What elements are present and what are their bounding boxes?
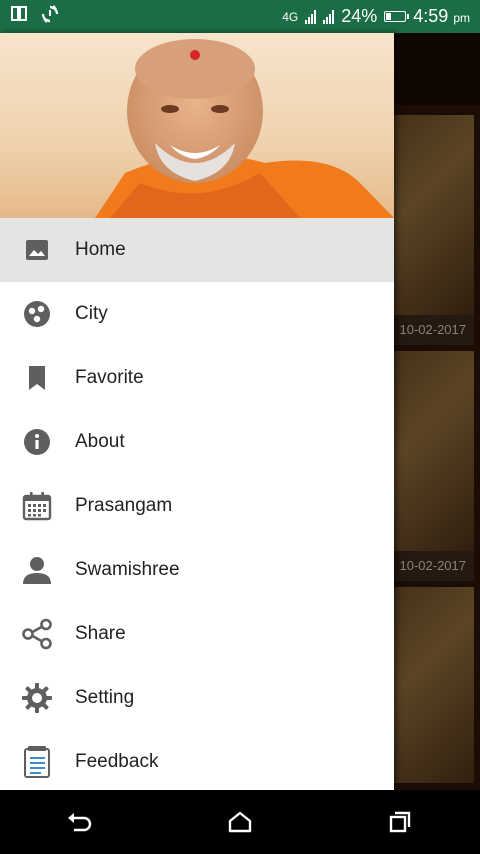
back-button[interactable]: [50, 792, 110, 852]
drawer-item-label: Swamishree: [75, 559, 180, 580]
bookmark-icon: [21, 362, 53, 394]
drawer-item-label: Prasangam: [75, 495, 173, 516]
battery-icon: [384, 11, 410, 22]
gear-icon: [21, 682, 53, 714]
drawer-item-about[interactable]: About: [0, 410, 394, 474]
battery-percent: 24%: [341, 6, 378, 26]
drawer-item-label: Home: [75, 239, 126, 260]
drawer-item-prasangam[interactable]: Prasangam: [0, 474, 394, 538]
network-type: 4G: [282, 9, 299, 24]
drawer-item-label: Feedback: [75, 751, 159, 772]
recents-button[interactable]: [370, 792, 430, 852]
drawer-header-photo: [0, 33, 394, 218]
profile-photo: [95, 39, 394, 218]
drawer-item-label: City: [75, 303, 108, 324]
drawer-item-label: Share: [75, 623, 126, 644]
system-nav-bar: [0, 790, 480, 854]
drawer-item-home[interactable]: Home: [0, 218, 394, 282]
home-button[interactable]: [210, 792, 270, 852]
drawer-menu: Home City Favorite About Prasangam Swamishree…: [0, 218, 394, 790]
dual-screen-icon: [10, 5, 28, 28]
sync-icon: [40, 4, 60, 29]
clock-time: 4:59: [413, 6, 449, 26]
city-icon: [21, 298, 53, 330]
drawer-item-label: Favorite: [75, 367, 144, 388]
image-icon: [21, 234, 53, 266]
person-icon: [21, 554, 53, 586]
drawer-item-setting[interactable]: Setting: [0, 666, 394, 730]
signal-2-icon: [323, 9, 335, 24]
drawer-item-label: Setting: [75, 687, 135, 708]
clock-suffix: pm: [453, 11, 470, 25]
drawer-item-city[interactable]: City: [0, 282, 394, 346]
clock: 4:59 pm: [413, 6, 470, 27]
drawer-item-swamishree[interactable]: Swamishree: [0, 538, 394, 602]
recents-icon: [389, 811, 411, 833]
status-bar: 4G 24% 4:59 pm: [0, 0, 480, 33]
drawer-item-favorite[interactable]: Favorite: [0, 346, 394, 410]
signal-icon: [305, 9, 317, 24]
drawer-item-feedback[interactable]: Feedback: [0, 730, 394, 790]
drawer-item-share[interactable]: Share: [0, 602, 394, 666]
back-icon: [68, 813, 92, 832]
feedback-icon: [21, 746, 53, 778]
drawer-item-label: About: [75, 431, 125, 452]
share-icon: [21, 618, 53, 650]
navigation-drawer: Home City Favorite About Prasangam Swamishree…: [0, 33, 394, 790]
calendar-icon: [21, 490, 53, 522]
home-icon: [228, 811, 252, 833]
info-icon: [21, 426, 53, 458]
